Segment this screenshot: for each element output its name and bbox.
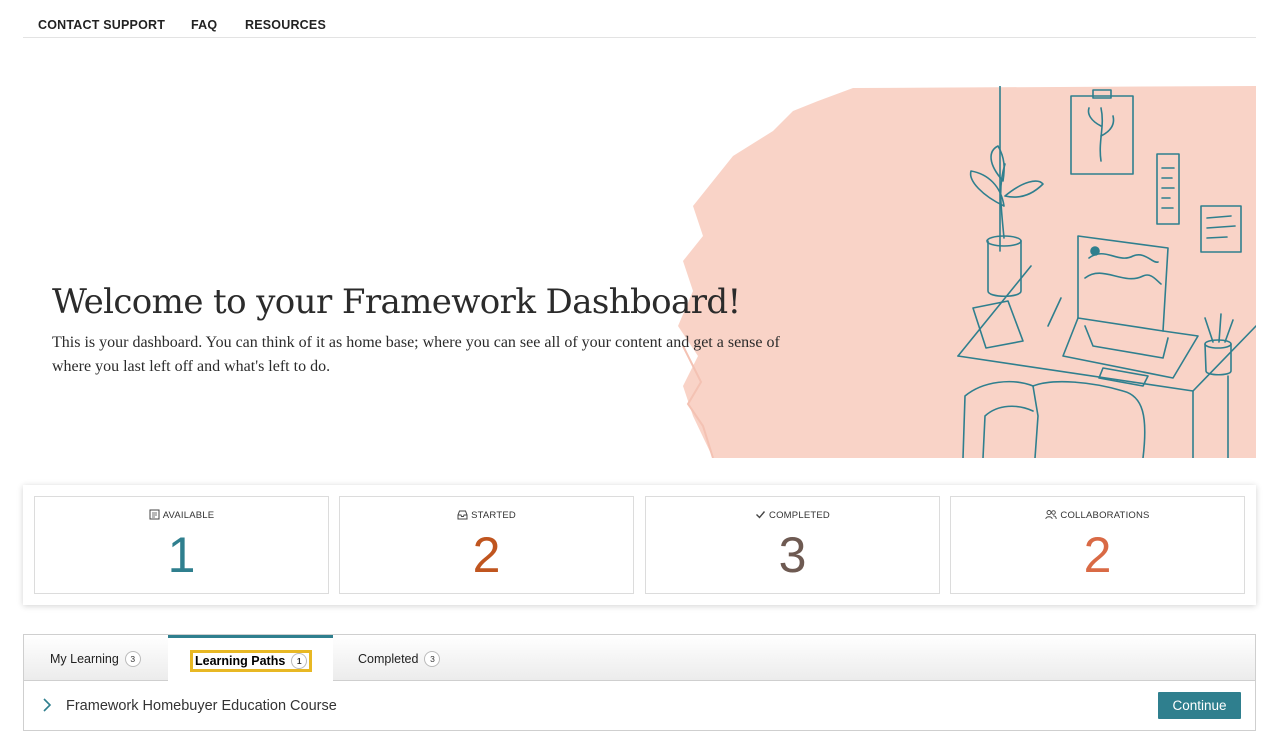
count-badge: 3	[124, 651, 141, 667]
stat-card-completed[interactable]: COMPLETED 3	[645, 496, 940, 594]
continue-button[interactable]: Continue	[1158, 692, 1241, 719]
inbox-icon	[457, 510, 468, 520]
tab-learning-paths[interactable]: Learning Paths 1	[168, 635, 333, 682]
tab-my-learning[interactable]: My Learning 3	[24, 635, 168, 681]
course-title[interactable]: Framework Homebuyer Education Course	[66, 698, 337, 714]
tab-label: Learning Paths	[195, 654, 286, 668]
list-item[interactable]: Framework Homebuyer Education Course Con…	[24, 681, 1255, 731]
stat-card-started[interactable]: STARTED 2	[339, 496, 634, 594]
tab-bar: My Learning 3 Learning Paths 1 Completed 3	[24, 635, 1255, 682]
count-badge: 3	[424, 651, 441, 667]
stat-label: AVAILABLE	[35, 509, 328, 521]
tab-label: Completed	[358, 652, 419, 666]
stats-panel: AVAILABLE 1 STARTED 2 COMPLETED 3 COLLAB…	[23, 485, 1256, 605]
users-icon	[1045, 510, 1058, 520]
stat-label: STARTED	[340, 509, 633, 521]
learning-panel: My Learning 3 Learning Paths 1 Completed 3 …	[23, 634, 1256, 731]
stat-label: COLLABORATIONS	[951, 509, 1244, 521]
stat-card-available[interactable]: AVAILABLE 1	[34, 496, 329, 594]
top-nav: CONTACT SUPPORT FAQ RESOURCES	[23, 0, 1256, 38]
hero-description: This is your dashboard. You can think of…	[52, 334, 780, 375]
stat-value: 2	[1083, 527, 1112, 583]
page-title: Welcome to your Framework Dashboard!	[52, 282, 741, 322]
stat-card-collaborations[interactable]: COLLABORATIONS 2	[950, 496, 1245, 594]
stat-value: 3	[778, 527, 807, 583]
book-icon	[149, 509, 160, 520]
nav-contact-support-link[interactable]: CONTACT SUPPORT	[38, 18, 165, 32]
stat-label: COMPLETED	[646, 509, 939, 521]
nav-faq-link[interactable]: FAQ	[191, 18, 217, 32]
chevron-right-icon[interactable]	[42, 697, 52, 713]
tab-completed[interactable]: Completed 3	[333, 635, 473, 681]
count-badge: 1	[291, 653, 308, 669]
tab-label: My Learning	[50, 652, 119, 666]
check-icon	[756, 511, 766, 519]
nav-resources-link[interactable]: RESOURCES	[245, 18, 326, 32]
stat-value: 2	[472, 527, 501, 583]
hero-banner: Welcome to your Framework Dashboard! Thi…	[23, 38, 1256, 458]
stat-value: 1	[167, 527, 196, 583]
desk-illustration	[678, 86, 1256, 458]
